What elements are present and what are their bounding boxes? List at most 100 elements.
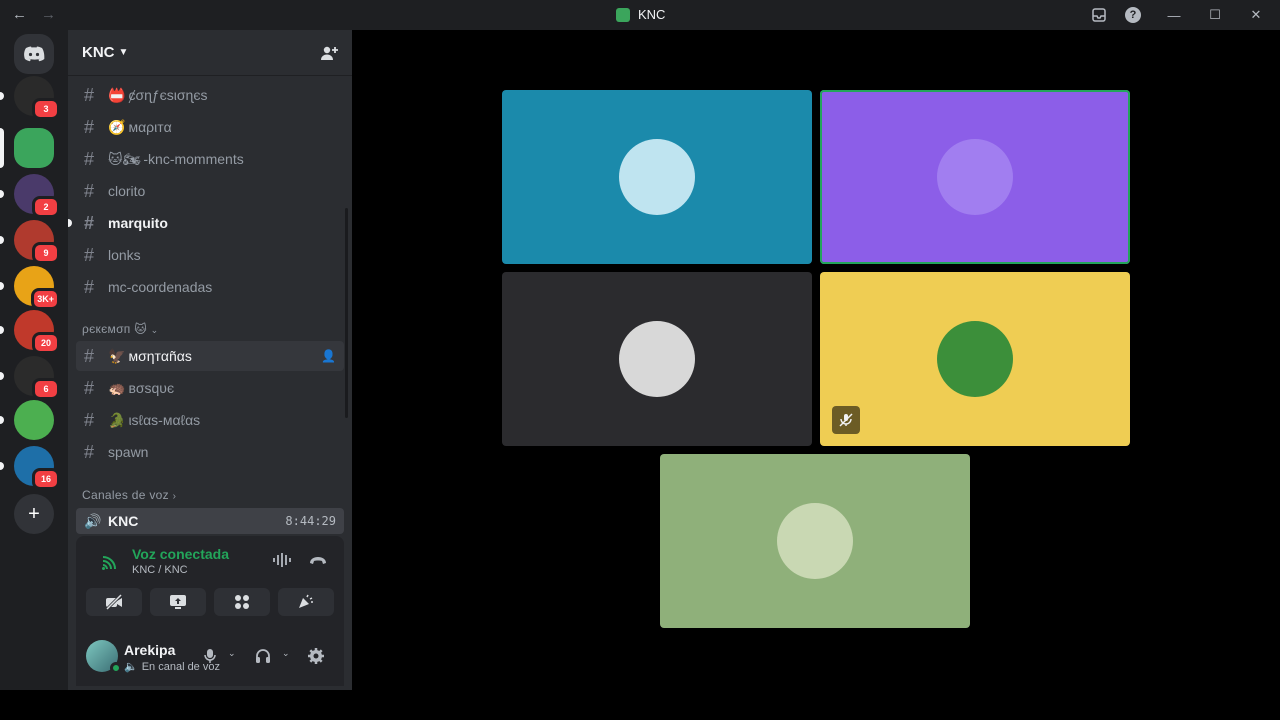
chevron-down-icon: ▼ [118, 47, 129, 58]
window-title-text: KNC [638, 7, 666, 22]
tile-user-1[interactable] [502, 90, 812, 264]
mention-badge: 20 [32, 332, 60, 354]
tile-user-4[interactable] [660, 454, 970, 628]
title-bar: ← → KNC ? — ☐ ✕ [0, 0, 1280, 30]
channel-item[interactable]: # 🐱🏍 -knc-momments [76, 144, 344, 174]
category-pokemon-label: ρєкємσп 🐱 [82, 322, 148, 336]
close-button[interactable]: ✕ [1232, 0, 1280, 30]
server-network[interactable]: 9 [14, 220, 60, 264]
channel-emoji: 🐊 [108, 411, 126, 428]
username[interactable]: Arekipa [124, 642, 175, 658]
server-yellow[interactable]: 3K+ [14, 266, 60, 310]
noise-suppression-icon[interactable] [272, 552, 292, 568]
server-indicator [0, 282, 4, 290]
server-bw[interactable]: 6 [14, 356, 60, 400]
participant-avatar [777, 503, 853, 579]
category-voice[interactable]: Canales de voz › [82, 488, 176, 502]
hash-icon: # [84, 244, 95, 265]
soundboard-button[interactable] [278, 588, 334, 616]
server-indicator [0, 190, 4, 198]
server-header[interactable]: KNC ▼ [68, 30, 352, 76]
voice-channel-knc[interactable]: 🔊 KNC 8:44:29 [76, 508, 344, 534]
mention-badge: 2 [32, 196, 60, 218]
discord-home-button[interactable] [14, 34, 54, 74]
chevron-down-icon[interactable]: ⌄ [282, 648, 290, 659]
camera-off-button[interactable] [86, 588, 142, 616]
channel-item[interactable]: # spawn [76, 437, 344, 467]
channel-label: lonks [108, 247, 141, 263]
add-server-button[interactable]: + [14, 494, 54, 534]
voice-location[interactable]: KNC / KNC [132, 564, 188, 576]
microphone-button[interactable] [198, 644, 222, 668]
hash-icon: # [84, 148, 95, 169]
hash-icon: # [84, 116, 95, 137]
screen-share-icon [170, 595, 186, 609]
tile-user-3[interactable] [820, 272, 1130, 446]
plus-icon: + [28, 502, 40, 525]
server-pokemon[interactable]: 20 [14, 310, 60, 354]
category-pokemon[interactable]: ρєкємσп 🐱 ⌄ [82, 322, 159, 336]
window-title: KNC [616, 7, 665, 22]
voice-channel-name: KNC [108, 513, 139, 529]
tile-user-2[interactable] [502, 272, 812, 446]
user-area: Arekipa 🔈 En canal de voz ⌄ ⌄ [76, 632, 344, 686]
server-anime[interactable]: 2 [14, 174, 60, 218]
maximize-button[interactable]: ☐ [1198, 0, 1232, 30]
activities-icon [235, 595, 249, 609]
back-arrow-icon[interactable]: ← [12, 6, 27, 23]
channel-item[interactable]: # clorito [76, 176, 344, 206]
server-knc[interactable] [14, 128, 54, 168]
muted-microphone-icon [832, 406, 860, 434]
server-indicator [0, 416, 4, 424]
connection-signal-icon[interactable] [100, 552, 120, 572]
channel-label: вσѕqυє [128, 380, 175, 396]
forward-arrow-icon[interactable]: → [41, 6, 56, 23]
activities-button[interactable] [214, 588, 270, 616]
voice-actions [86, 588, 334, 616]
server-cat[interactable]: 3 [14, 76, 60, 120]
speaker-icon: 🔈 [124, 661, 138, 673]
invite-member-icon[interactable] [320, 44, 338, 62]
channel-item[interactable]: # lonks [76, 240, 344, 270]
channel-item[interactable]: # 🧭 мαριтα [76, 112, 344, 142]
server-blue[interactable]: 16 [14, 446, 60, 490]
server-indicator [0, 236, 4, 244]
sidebar-scrollbar[interactable] [345, 208, 348, 418]
gear-icon [308, 648, 324, 664]
settings-button[interactable] [304, 644, 328, 668]
invite-icon[interactable]: 👤 [321, 349, 336, 363]
channel-item[interactable]: # mc-coordenadas [76, 272, 344, 302]
server-minecraft[interactable] [14, 400, 54, 440]
channel-emoji: 📛 [108, 86, 126, 103]
channel-emoji: 🐱🏍 [108, 150, 141, 167]
discord-logo-icon [24, 46, 45, 62]
hash-icon: # [84, 180, 95, 201]
camera-off-icon [105, 594, 123, 610]
mention-badge: 3 [32, 98, 60, 120]
channel-item[interactable]: # 🦅 мσηтαñαѕ 👤 [76, 341, 344, 371]
help-button[interactable]: ? [1116, 0, 1150, 30]
channel-item[interactable]: # marquito [68, 208, 344, 238]
tile-bot[interactable] [820, 90, 1130, 264]
minimize-button[interactable]: — [1150, 0, 1198, 30]
channel-item[interactable]: # 📛 ȼσɳƒєѕισɳєѕ [76, 80, 344, 110]
voice-status[interactable]: Voz conectada [132, 546, 229, 562]
mention-badge: 9 [32, 242, 60, 264]
server-indicator [0, 372, 4, 380]
chevron-down-icon[interactable]: ⌄ [228, 648, 236, 659]
channel-label: ȼσɳƒєѕισɳєѕ [128, 87, 208, 103]
server-indicator [0, 92, 4, 100]
headphones-button[interactable] [251, 644, 275, 668]
channel-item[interactable]: # 🐊 ιѕℓαѕ-мαℓαѕ [76, 405, 344, 435]
channel-label: -knc-momments [143, 151, 244, 167]
inbox-icon[interactable] [1082, 0, 1116, 30]
hash-icon: # [84, 84, 95, 105]
server-name: KNC [82, 44, 115, 61]
channel-item[interactable]: # 🦔 вσѕqυє [76, 373, 344, 403]
server-indicator [0, 326, 4, 334]
screen-share-button[interactable] [150, 588, 206, 616]
disconnect-icon[interactable] [308, 554, 328, 566]
hash-icon: # [84, 212, 95, 233]
channel-label: mc-coordenadas [108, 279, 213, 295]
voice-connection-panel: Voz conectada KNC / KNC Arekipa 🔈 En cana… [76, 536, 344, 686]
